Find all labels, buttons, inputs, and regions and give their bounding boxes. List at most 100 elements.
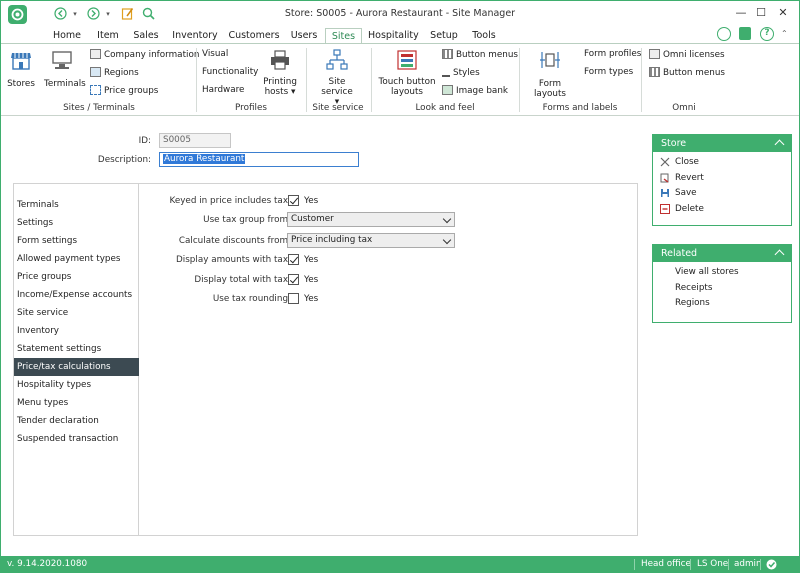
use-tax-group-value: Customer [291,214,334,224]
use-tax-rounding-yes: Yes [304,294,319,304]
tab-item[interactable]: Item [92,28,124,43]
use-tax-group-select[interactable]: Customer [287,212,455,227]
stores-button[interactable]: Stores [6,49,36,89]
product-text: LS One [697,559,729,569]
ribbon-tabs: Home Item Sales Inventory Customers User… [1,28,799,44]
documents-icon[interactable] [739,27,751,40]
site-service-button[interactable]: Site service ▾ [313,49,361,107]
nav-item-settings[interactable]: Settings [14,214,139,232]
image-bank-button[interactable]: Image bank [442,85,508,96]
stores-label: Stores [7,79,35,89]
nav-item-hospitality-types[interactable]: Hospitality types [14,376,139,394]
close-window-button[interactable]: ✕ [772,4,794,22]
calculate-discounts-label: Calculate discounts from: [178,236,291,246]
store-revert-link[interactable]: Revert [675,173,704,183]
keyed-in-price-checkbox[interactable] [288,195,299,206]
display-total-label: Display total with tax: [194,275,291,285]
tab-users[interactable]: Users [287,28,321,43]
nav-item-site-service[interactable]: Site service [14,304,139,322]
related-view-all-stores-link[interactable]: View all stores [675,267,739,277]
group-label-omni: Omni [672,103,696,113]
group-label-look-and-feel: Look and feel [415,103,475,113]
tab-customers[interactable]: Customers [227,28,281,43]
collapse-ribbon-icon[interactable]: ⌃ [781,29,791,39]
nav-item-inventory[interactable]: Inventory [14,322,139,340]
related-pane: Related View all stores Receipts Regions [652,244,792,323]
nav-item-allowed-payment-types[interactable]: Allowed payment types [14,250,139,268]
omni-button-menus-button[interactable]: Button menus [649,67,725,78]
window-title: Store: S0005 - Aurora Restaurant - Site … [284,8,516,19]
maximize-button[interactable]: ☐ [750,4,772,22]
group-label-site-service: Site service [312,103,364,113]
tab-sales[interactable]: Sales [129,28,163,43]
touch-button-layouts-button[interactable]: Touch button layouts [378,49,436,97]
version-text: v. 9.14.2020.1080 [7,559,88,569]
display-amounts-yes: Yes [304,255,319,265]
tab-hospitality[interactable]: Hospitality [368,28,419,43]
printing-hosts-label-1: Printing [263,77,297,87]
status-divider [728,559,729,570]
status-check-icon[interactable] [766,559,777,570]
tab-setup[interactable]: Setup [426,28,462,43]
store-pane-header[interactable]: Store [653,135,791,152]
button-menus-icon [442,49,453,59]
store-save-link[interactable]: Save [675,188,697,198]
tab-home[interactable]: Home [51,28,83,43]
form-layouts-button[interactable]: Form layouts [523,49,577,99]
nav-item-menu-types[interactable]: Menu types [14,394,139,412]
help-icon[interactable]: ? [760,27,774,41]
terminals-button[interactable]: Terminals [44,49,86,89]
tab-sites[interactable]: Sites [325,28,362,44]
display-total-checkbox[interactable] [288,274,299,285]
nav-item-terminals[interactable]: Terminals [14,196,139,214]
store-icon [11,53,31,70]
description-label: Description: [97,155,151,165]
nav-item-price-groups[interactable]: Price groups [14,268,139,286]
related-regions-link[interactable]: Regions [675,298,710,308]
printing-hosts-button[interactable]: Printing hosts ▾ [258,49,302,97]
nav-item-tender-declaration[interactable]: Tender declaration [14,412,139,430]
collapse-caret-icon [774,249,785,260]
store-delete-link[interactable]: Delete [675,204,704,214]
display-amounts-checkbox[interactable] [288,254,299,265]
calculate-discounts-select[interactable]: Price including tax [287,233,455,248]
visual-button[interactable]: Visual [202,49,228,59]
printer-icon [271,50,289,70]
close-icon [660,157,670,167]
omni-button-menus-icon [649,67,660,77]
nav-item-price-tax-calculations[interactable]: Price/tax calculations [14,358,139,376]
related-receipts-link[interactable]: Receipts [675,283,712,293]
minimize-button[interactable]: — [730,4,752,22]
tab-inventory[interactable]: Inventory [169,28,221,43]
add-circle-icon[interactable] [717,27,731,41]
user-text: admin [734,559,762,569]
nav-item-form-settings[interactable]: Form settings [14,232,139,250]
related-pane-header[interactable]: Related [653,245,791,262]
regions-button[interactable]: Regions [90,67,139,78]
touch-button-layouts-label-2: layouts [390,87,424,97]
form-profiles-button[interactable]: Form profiles [584,49,641,59]
use-tax-rounding-checkbox[interactable] [288,293,299,304]
functionality-button[interactable]: Functionality [202,67,258,77]
revert-icon [660,173,669,183]
settings-panel: Terminals Settings Form settings Allowed… [13,183,638,536]
ribbon: Stores Terminals Company information Reg… [1,43,799,116]
styles-button[interactable]: Styles [442,67,480,78]
touch-layout-icon [397,50,417,70]
hardware-button[interactable]: Hardware [202,85,244,95]
description-field[interactable]: Aurora Restaurant [159,152,359,167]
nav-item-statement-settings[interactable]: Statement settings [14,340,139,358]
group-label-profiles: Profiles [235,103,267,113]
tab-tools[interactable]: Tools [468,28,500,43]
id-field[interactable]: S0005 [159,133,231,148]
company-icon [90,49,101,59]
omni-licenses-button[interactable]: Omni licenses [649,49,725,60]
price-groups-button[interactable]: Price groups [90,85,158,96]
button-menus-button[interactable]: Button menus [442,49,518,60]
nav-item-suspended-transaction[interactable]: Suspended transaction [14,430,139,448]
description-value: Aurora Restaurant [163,154,246,164]
company-information-button[interactable]: Company information [90,49,199,60]
form-types-button[interactable]: Form types [584,67,633,77]
nav-item-income-expense-accounts[interactable]: Income/Expense accounts [14,286,139,304]
store-close-link[interactable]: Close [675,157,699,167]
